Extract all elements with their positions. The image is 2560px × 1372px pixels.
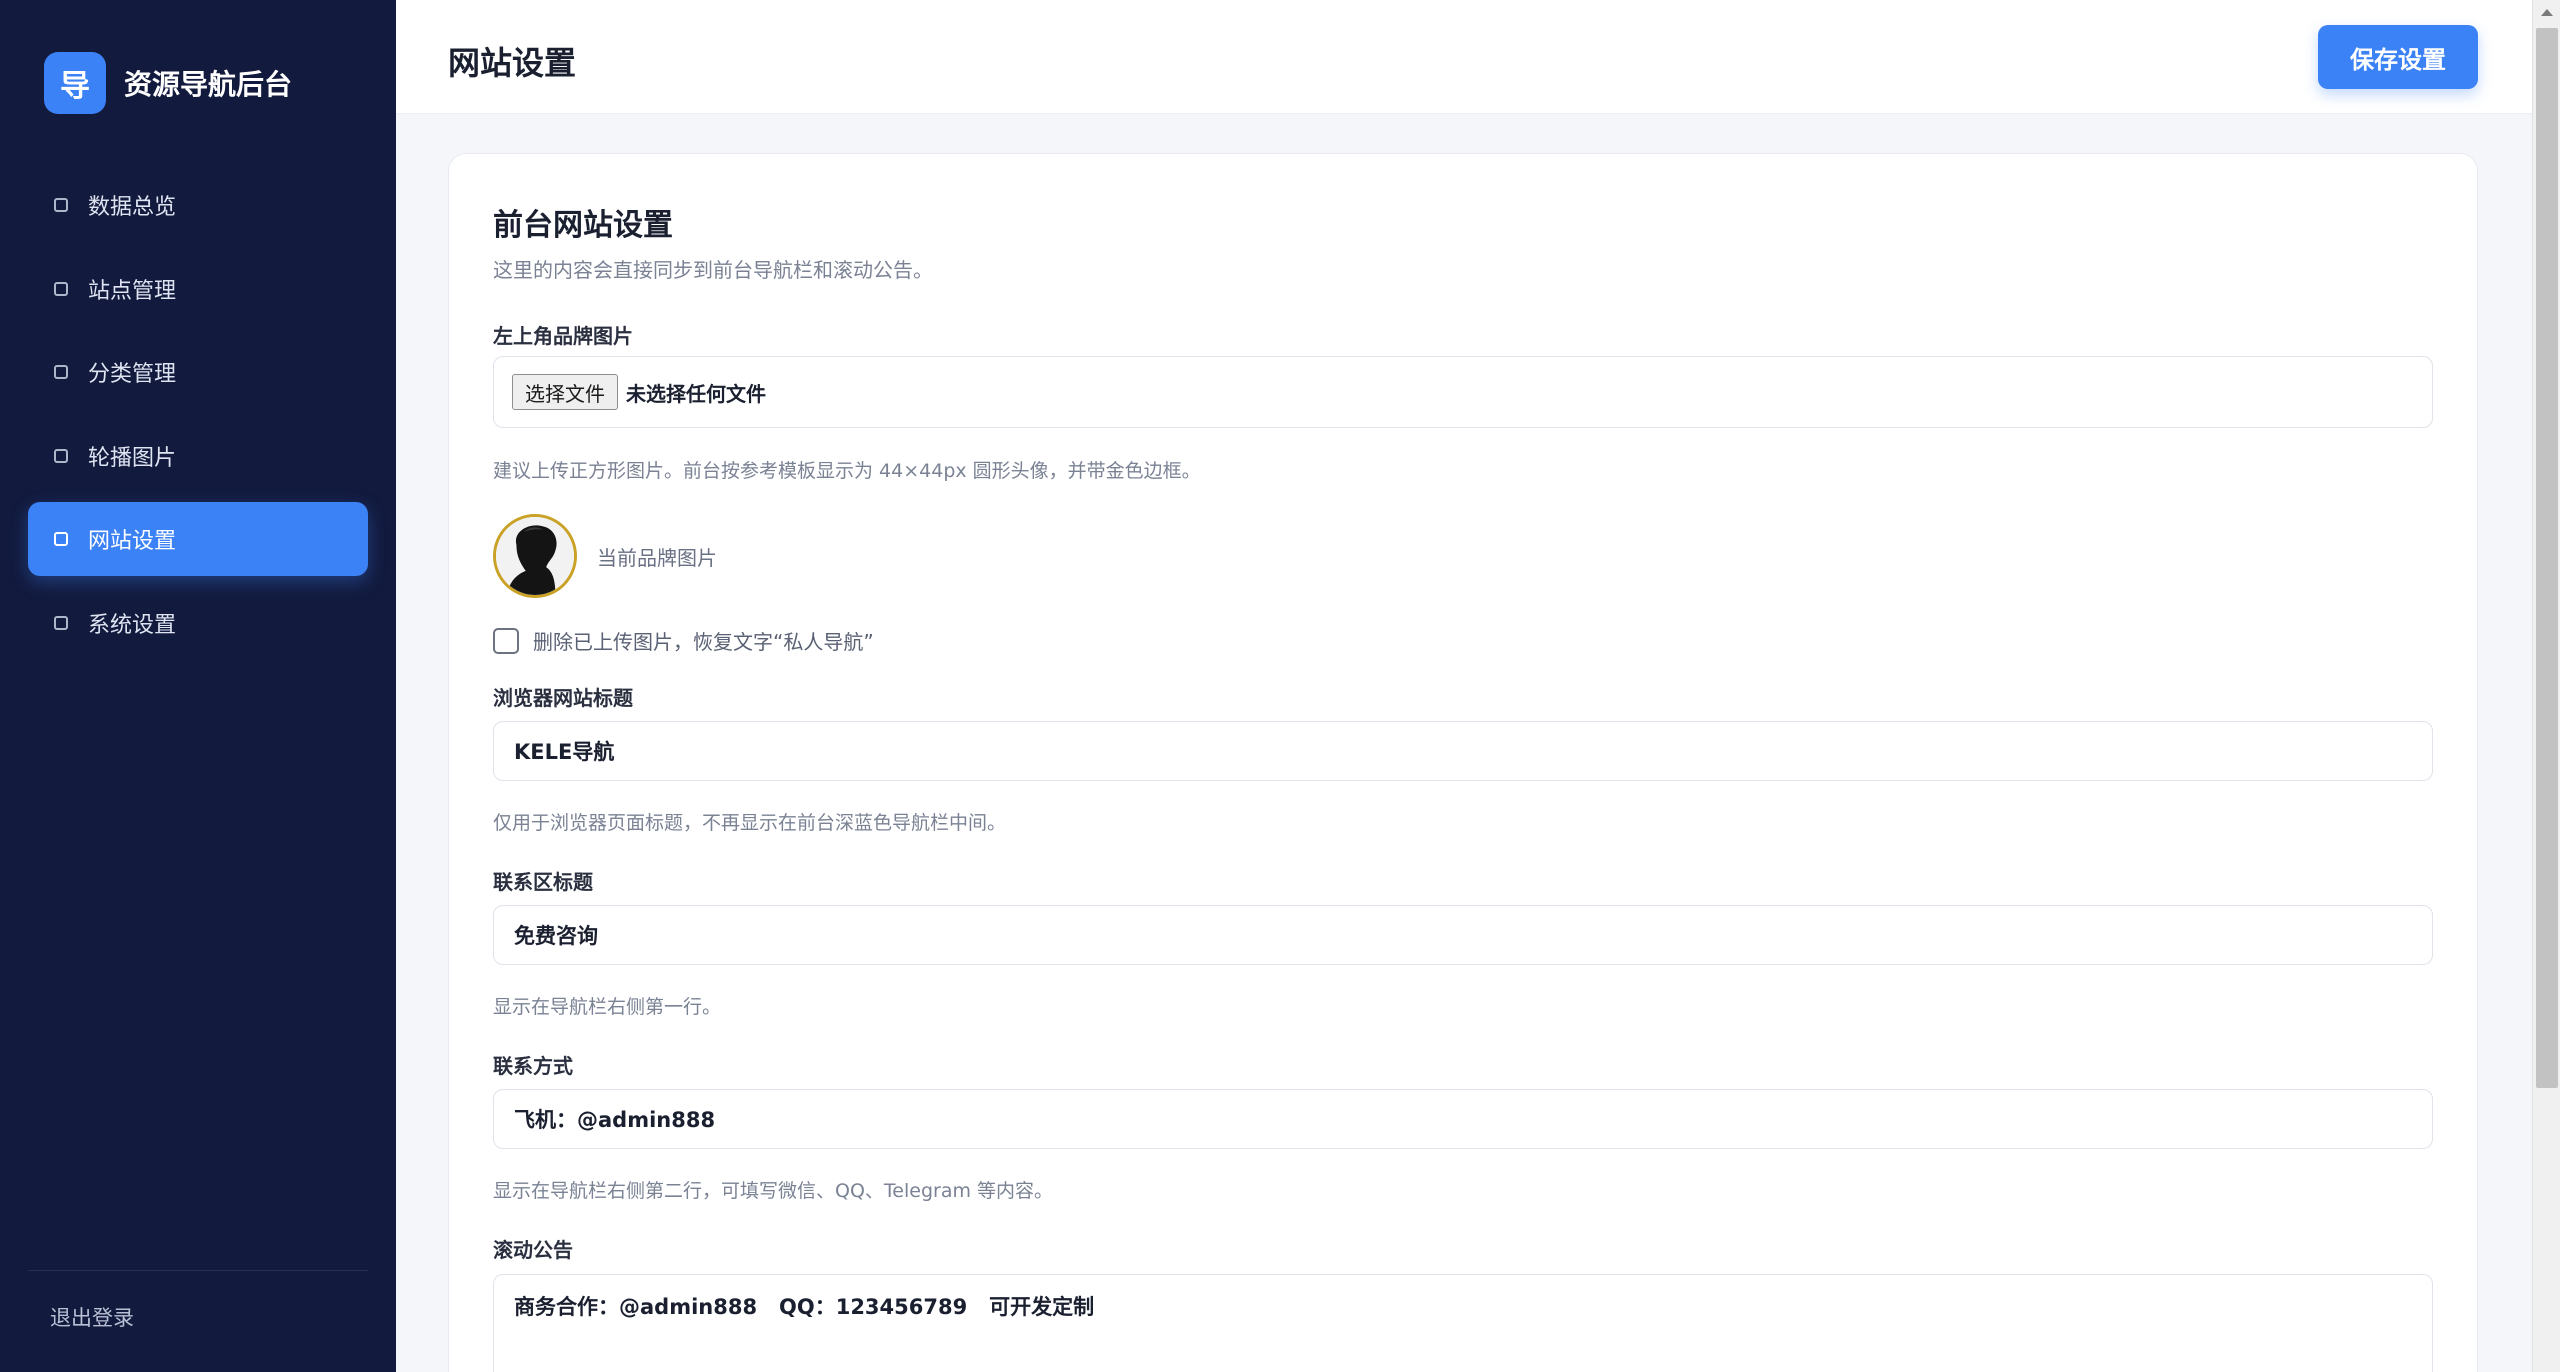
- top-header: 网站设置 保存设置: [396, 0, 2532, 114]
- page-scrollbar[interactable]: [2532, 0, 2560, 1372]
- contact-method-input[interactable]: [493, 1089, 2433, 1149]
- sidebar-item-label: 站点管理: [88, 278, 177, 304]
- section-title: 前台网站设置: [493, 208, 673, 243]
- sidebar-item-dashboard[interactable]: 数据总览: [28, 168, 368, 242]
- brand-avatar: [493, 514, 577, 598]
- file-status: 未选择任何文件: [626, 381, 766, 406]
- sidebar-nav: 数据总览 站点管理 分类管理 轮播图片 网站设置 系统设置: [28, 168, 368, 669]
- browser-title-label: 浏览器网站标题: [493, 686, 633, 710]
- browser-title-hint: 仅用于浏览器页面标题，不再显示在前台深蓝色导航栏中间。: [493, 812, 1007, 834]
- save-settings-button[interactable]: 保存设置: [2318, 25, 2478, 89]
- sidebar-item-label: 数据总览: [88, 195, 177, 220]
- section-description: 这里的内容会直接同步到前台导航栏和滚动公告。: [493, 258, 933, 282]
- sidebar-item-categories[interactable]: 分类管理: [28, 335, 368, 409]
- silhouette-portrait-icon: [496, 517, 574, 595]
- sidebar: 导 资源导航后台 数据总览 站点管理 分类管理 轮播图片 网站设置 系统设置 退…: [0, 0, 396, 1372]
- current-image-caption: 当前品牌图片: [597, 545, 717, 570]
- brand-image-hint: 建议上传正方形图片。前台按参考模板显示为 44×44px 圆形头像，并带金色边框…: [493, 460, 1201, 482]
- app-name: 资源导航后台: [124, 68, 293, 101]
- square-bullet-icon: [54, 448, 68, 463]
- square-bullet-icon: [54, 532, 68, 546]
- sidebar-divider: [28, 1270, 368, 1271]
- browser-title-input[interactable]: [493, 721, 2433, 781]
- scroll-thumb[interactable]: [2536, 28, 2558, 1088]
- marquee-label: 滚动公告: [493, 1238, 573, 1262]
- brand-logo: 导: [44, 52, 106, 114]
- sidebar-item-site-settings[interactable]: 网站设置: [28, 502, 368, 576]
- contact-title-input[interactable]: [493, 905, 2433, 965]
- brand-image-file-input: 选择文件 未选择任何文件: [493, 356, 2433, 428]
- brand-image-label: 左上角品牌图片: [493, 324, 633, 348]
- contact-title-label: 联系区标题: [493, 870, 593, 894]
- remove-image-checkbox[interactable]: [493, 627, 519, 654]
- logout-link[interactable]: 退出登录: [50, 1302, 134, 1332]
- sidebar-item-label: 系统设置: [88, 612, 177, 638]
- square-bullet-icon: [54, 281, 68, 296]
- remove-image-label: 删除已上传图片，恢复文字“私人导航”: [533, 630, 874, 654]
- sidebar-item-carousel[interactable]: 轮播图片: [28, 419, 368, 493]
- sidebar-item-sites[interactable]: 站点管理: [28, 252, 368, 326]
- site-settings-card: 前台网站设置 这里的内容会直接同步到前台导航栏和滚动公告。 左上角品牌图片 选择…: [448, 153, 2478, 1372]
- contact-method-label: 联系方式: [493, 1054, 573, 1078]
- square-bullet-icon: [54, 198, 68, 212]
- contact-title-hint: 显示在导航栏右侧第一行。: [493, 996, 722, 1018]
- sidebar-item-system-settings[interactable]: 系统设置: [28, 586, 368, 660]
- page-title: 网站设置: [448, 44, 577, 82]
- square-bullet-icon: [54, 365, 68, 379]
- choose-file-button[interactable]: 选择文件: [512, 374, 618, 410]
- sidebar-item-label: 分类管理: [88, 362, 177, 387]
- current-brand-image: 当前品牌图片: [493, 514, 717, 598]
- scroll-up-arrow-icon[interactable]: [2541, 9, 2553, 16]
- sidebar-item-label: 轮播图片: [88, 445, 177, 471]
- sidebar-item-label: 网站设置: [88, 529, 177, 554]
- remove-image-option[interactable]: 删除已上传图片，恢复文字“私人导航”: [493, 626, 874, 655]
- marquee-textarea[interactable]: 商务合作：@admin888 QQ：123456789 可开发定制: [493, 1274, 2433, 1372]
- brand[interactable]: 导 资源导航后台: [44, 52, 292, 114]
- contact-method-hint: 显示在导航栏右侧第二行，可填写微信、QQ、Telegram 等内容。: [493, 1180, 1054, 1202]
- square-bullet-icon: [54, 615, 68, 630]
